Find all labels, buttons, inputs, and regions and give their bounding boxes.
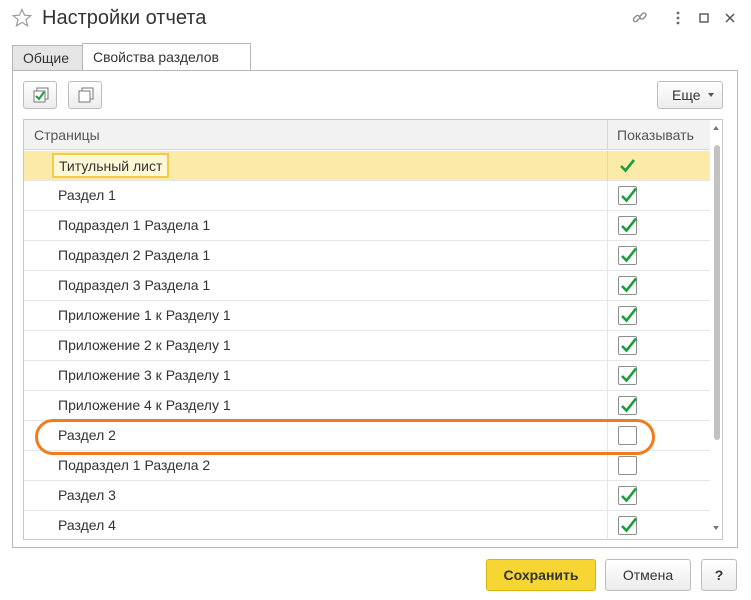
column-header-show[interactable]: Показывать — [607, 120, 710, 150]
checkmark-icon — [621, 307, 638, 323]
tab-panel: Еще Страницы Показывать Титульный лист Р… — [12, 70, 738, 548]
scroll-up-icon[interactable] — [713, 126, 719, 130]
check-all-icon — [33, 87, 49, 103]
maximize-icon[interactable] — [695, 9, 713, 27]
checkmark-icon — [621, 397, 638, 413]
row-name: Титульный лист — [52, 153, 170, 178]
show-checkbox[interactable] — [618, 306, 638, 325]
checkmark-icon — [621, 517, 638, 533]
row-name: Раздел 1 — [58, 187, 116, 203]
chevron-down-icon — [708, 93, 714, 97]
window-title: Настройки отчета — [42, 7, 207, 29]
table-row[interactable]: Подраздел 3 Раздела 1 — [24, 271, 710, 301]
show-checkbox[interactable] — [618, 396, 638, 415]
row-name: Подраздел 2 Раздела 1 — [58, 247, 211, 263]
table-row[interactable]: Раздел 1 — [24, 181, 710, 211]
show-checkbox[interactable] — [618, 246, 638, 265]
checkmark-icon — [621, 367, 638, 383]
more-button-label: Еще — [672, 87, 701, 103]
close-icon[interactable] — [721, 9, 739, 27]
checkmark-icon — [621, 337, 638, 353]
sections-table: Страницы Показывать Титульный лист Разде… — [23, 119, 723, 540]
row-name: Приложение 4 к Разделу 1 — [58, 397, 231, 413]
check-all-button[interactable] — [23, 81, 57, 109]
scroll-down-icon[interactable] — [713, 526, 719, 530]
show-checkbox[interactable] — [618, 336, 638, 355]
uncheck-all-button[interactable] — [68, 81, 102, 109]
show-checkbox[interactable] — [618, 456, 637, 475]
show-checkbox[interactable] — [618, 186, 638, 205]
row-name: Приложение 2 к Разделу 1 — [58, 337, 231, 353]
uncheck-all-icon — [78, 87, 94, 103]
more-options-icon[interactable] — [669, 9, 687, 27]
cancel-button[interactable]: Отмена — [605, 559, 691, 591]
table-row[interactable]: Подраздел 1 Раздела 2 — [24, 451, 710, 481]
row-name: Приложение 3 к Разделу 1 — [58, 367, 231, 383]
table-header: Страницы Показывать — [24, 120, 710, 150]
show-checkbox[interactable] — [618, 426, 637, 445]
checkmark-icon — [621, 217, 638, 233]
tab-section-properties[interactable]: Свойства разделов — [82, 43, 251, 71]
vertical-scrollbar[interactable] — [710, 120, 722, 539]
table-row-highlighted[interactable]: Раздел 2 — [24, 421, 710, 451]
table-row[interactable]: Приложение 3 к Разделу 1 — [24, 361, 710, 391]
show-checkbox[interactable] — [618, 486, 638, 505]
more-button[interactable]: Еще — [657, 81, 723, 109]
row-name: Приложение 1 к Разделу 1 — [58, 307, 231, 323]
scroll-thumb[interactable] — [714, 145, 720, 440]
save-button[interactable]: Сохранить — [486, 559, 596, 591]
show-checkbox[interactable] — [618, 156, 637, 175]
favorite-star-icon[interactable] — [11, 8, 33, 28]
table-row[interactable]: Приложение 1 к Разделу 1 — [24, 301, 710, 331]
table-row[interactable]: Подраздел 1 Раздела 1 — [24, 211, 710, 241]
column-header-pages[interactable]: Страницы — [34, 120, 604, 150]
link-icon[interactable] — [631, 9, 649, 27]
checkmark-icon — [621, 277, 638, 293]
row-name: Раздел 4 — [58, 517, 116, 533]
row-name: Раздел 2 — [58, 427, 116, 443]
row-name: Подраздел 1 Раздела 1 — [58, 217, 211, 233]
show-checkbox[interactable] — [618, 516, 638, 535]
row-name: Подраздел 1 Раздела 2 — [58, 457, 211, 473]
show-checkbox[interactable] — [618, 276, 638, 295]
table-row[interactable]: Приложение 4 к Разделу 1 — [24, 391, 710, 421]
table-row[interactable]: Подраздел 2 Раздела 1 — [24, 241, 710, 271]
title-bar: Настройки отчета — [0, 0, 751, 38]
checkmark-icon — [621, 487, 638, 503]
help-button[interactable]: ? — [701, 559, 737, 591]
row-name: Подраздел 3 Раздела 1 — [58, 277, 211, 293]
tab-general[interactable]: Общие — [12, 45, 82, 71]
row-name: Раздел 3 — [58, 487, 116, 503]
checkmark-icon — [621, 247, 638, 263]
table-row[interactable]: Приложение 2 к Разделу 1 — [24, 331, 710, 361]
table-body: Титульный лист Раздел 1 Подраздел 1 Разд… — [24, 151, 710, 539]
table-row[interactable]: Раздел 3 — [24, 481, 710, 511]
show-checkbox[interactable] — [618, 366, 638, 385]
checkmark-icon — [620, 159, 636, 173]
checkmark-icon — [621, 187, 638, 203]
table-row[interactable]: Титульный лист — [24, 151, 710, 181]
show-checkbox[interactable] — [618, 216, 638, 235]
table-row[interactable]: Раздел 4 — [24, 511, 710, 539]
